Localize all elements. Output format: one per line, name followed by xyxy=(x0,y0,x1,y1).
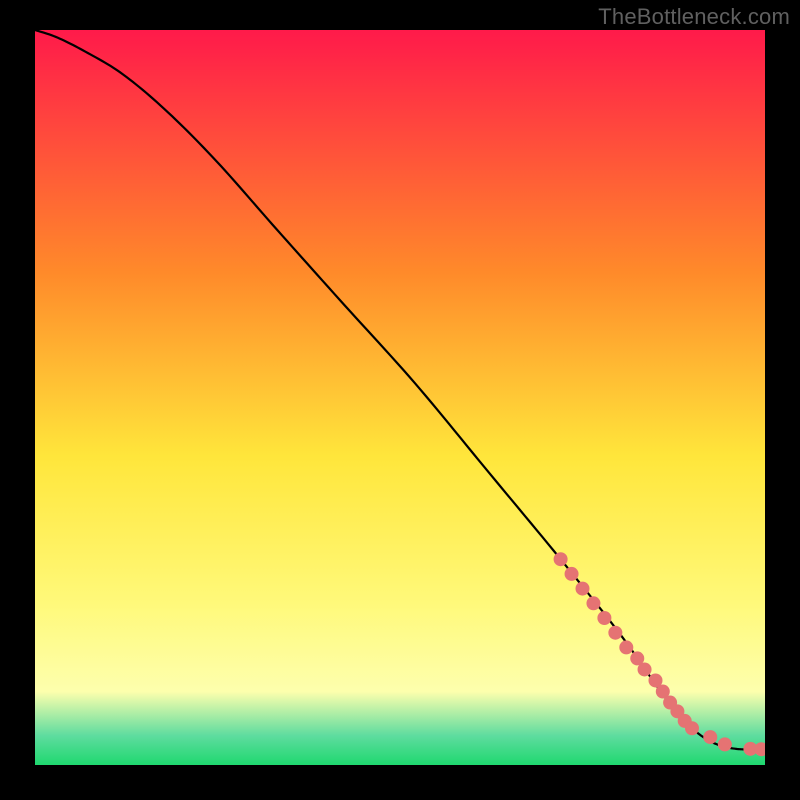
data-point xyxy=(718,737,732,751)
data-point xyxy=(554,552,568,566)
data-point xyxy=(576,582,590,596)
data-point xyxy=(638,662,652,676)
data-point xyxy=(597,611,611,625)
gradient-background xyxy=(35,30,765,765)
data-point xyxy=(703,730,717,744)
data-point xyxy=(608,626,622,640)
data-point xyxy=(565,567,579,581)
plot-area xyxy=(35,30,765,765)
data-point xyxy=(586,596,600,610)
data-point xyxy=(685,721,699,735)
data-point xyxy=(619,640,633,654)
chart-stage: TheBottleneck.com xyxy=(0,0,800,800)
plot-svg xyxy=(35,30,765,765)
watermark-text: TheBottleneck.com xyxy=(598,4,790,30)
